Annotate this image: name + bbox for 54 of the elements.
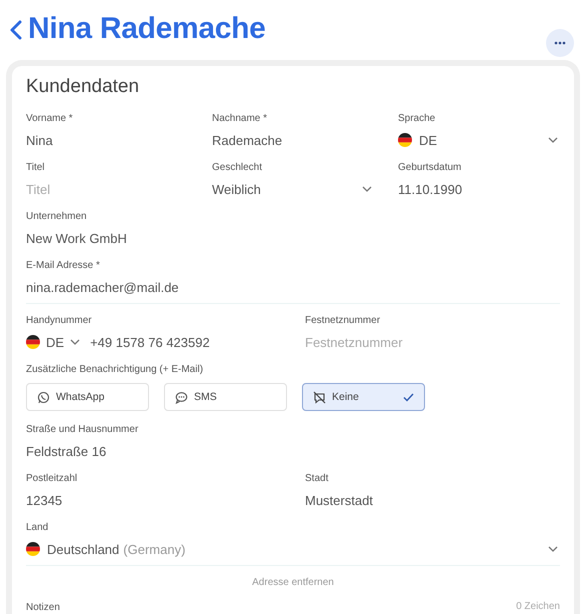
chevron-down-icon xyxy=(362,186,372,192)
field-label: Zusätzliche Benachrichtigung (+ E-Mail) xyxy=(26,363,204,377)
select-value: Weiblich xyxy=(212,182,261,196)
select-field[interactable]: Weiblich xyxy=(212,178,374,200)
country-code: DE xyxy=(46,334,64,350)
character-counter: 0 Zeichen xyxy=(516,601,560,614)
back-icon xyxy=(10,20,22,40)
field-label: Vorname * xyxy=(26,112,74,126)
german-flag-icon xyxy=(26,335,40,349)
field-label: Postleitzahl xyxy=(26,472,78,486)
field-label: Land xyxy=(26,521,50,535)
more-button[interactable] xyxy=(546,29,574,57)
field-label: Geschlecht xyxy=(212,161,264,175)
chevron-down-icon xyxy=(548,137,558,143)
option-button[interactable]: Keine xyxy=(302,383,425,411)
field-label: Unternehmen xyxy=(26,210,88,224)
field-label: Geburtsdatum xyxy=(398,161,462,175)
input-field[interactable]: 11.10.1990 xyxy=(398,178,560,200)
field-label: Nachname * xyxy=(212,112,268,126)
chevron-down-icon xyxy=(548,546,558,552)
section-title: Kundendaten xyxy=(26,76,140,98)
field-label: Stadt xyxy=(305,472,330,486)
select-field[interactable]: DE xyxy=(398,129,560,151)
field-label: E-Mail Adresse * xyxy=(26,259,101,273)
field-label: Titel xyxy=(26,161,46,175)
field-label: Notizen xyxy=(26,601,60,614)
input-field[interactable]: Feldstraße 16 xyxy=(26,440,560,462)
input-field[interactable]: Rademache xyxy=(212,129,374,151)
german-flag-icon xyxy=(26,542,40,556)
select-value: Deutschland xyxy=(47,542,120,556)
select-field[interactable]: Deutschland (Germany) xyxy=(26,538,560,560)
country-select[interactable]: DE xyxy=(26,334,82,350)
field-label: Festnetznummer xyxy=(305,314,382,328)
select-hint: (Germany) xyxy=(123,542,186,556)
crossed-bubble-icon xyxy=(313,390,326,404)
input-field[interactable]: Nina xyxy=(26,129,188,151)
option-button[interactable]: WhatsApp xyxy=(26,383,149,411)
input-field[interactable]: Musterstadt xyxy=(305,489,560,511)
option-button[interactable]: SMS xyxy=(164,383,287,411)
input-field[interactable]: nina.rademacher@mail.de xyxy=(26,276,560,298)
page-title: Nina Rademache xyxy=(28,12,267,46)
phone-input[interactable]: +49 1578 76 423592 xyxy=(90,334,210,350)
select-value: DE xyxy=(419,132,438,148)
field-label: Sprache xyxy=(398,112,436,126)
chevron-down-icon xyxy=(70,339,80,345)
field-label: Straße und Hausnummer xyxy=(26,423,140,437)
chat-bubble-icon xyxy=(175,390,188,404)
input-field[interactable]: New Work GmbH xyxy=(26,227,560,249)
field-label: Handynummer xyxy=(26,314,93,328)
input-field[interactable]: 12345 xyxy=(26,489,281,511)
checkmark-icon xyxy=(403,392,414,402)
german-flag-icon xyxy=(398,133,412,147)
more-icon xyxy=(554,41,566,45)
phone-bubble-icon xyxy=(37,390,50,404)
